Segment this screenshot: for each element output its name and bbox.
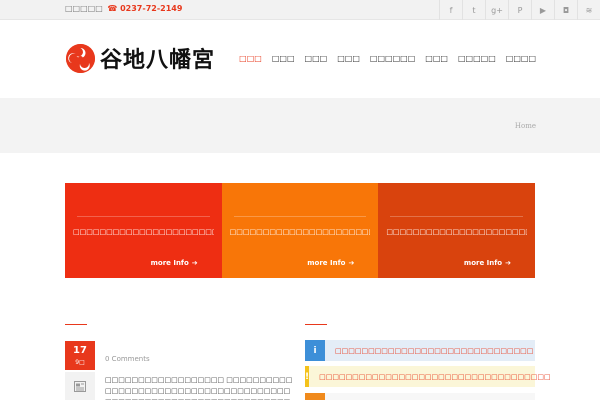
phone-text: 0237-72-2149: [120, 4, 183, 13]
divider: [77, 216, 210, 217]
logo-text: 谷地八幡宮: [100, 47, 216, 73]
arrow-right-icon: ➔: [505, 259, 511, 267]
tomoe-crest-icon: [66, 43, 95, 73]
post-excerpt: □□□□□□□□□□□□□□□□□□ □□□□□□□□□□□□□□□□□□□□□…: [105, 376, 293, 400]
contact-info: □□□□□ ☎ 0237-72-2149: [65, 4, 182, 13]
warning-icon: !: [305, 366, 310, 387]
nav-item-home[interactable]: □□□: [239, 54, 262, 63]
page-title-band: Home: [0, 98, 600, 153]
main-nav: □□□ □□□ □□□ □□□ □□□□□□ □□□ □□□□□ □□□□: [239, 54, 536, 63]
info-icon: i: [305, 340, 325, 361]
nav-item-6[interactable]: □□□: [425, 54, 448, 63]
post-day: 17: [73, 345, 87, 356]
feature-text: □□□□□□□□□□□□□□□□□□□□□□□□□□□□□□□□□: [386, 228, 527, 236]
contact-label: □□□□□: [65, 4, 103, 13]
third-alert[interactable]: [305, 393, 535, 400]
post-month: 9□: [75, 359, 85, 366]
feature-boxes: □□□□□□□□□□□□□□□□□□□□□□□□□□□□□□□□ more In…: [65, 183, 535, 278]
pinterest-icon[interactable]: P: [508, 0, 531, 20]
instagram-icon[interactable]: ◘: [554, 0, 577, 20]
warning-alert[interactable]: ! □□□□□□□□□□□□□□□□□□□□□□□□□□□□□□□□□□□: [305, 366, 551, 387]
feature-text: □□□□□□□□□□□□□□□□□□□□□□□□□□□□□□□□: [73, 228, 214, 236]
phone-number[interactable]: ☎ 0237-72-2149: [107, 4, 182, 13]
twitter-icon[interactable]: t: [462, 0, 485, 20]
feature-box: □□□□□□□□□□□□□□□□□□□□□□□□□□□□□□□□ more In…: [65, 183, 222, 278]
youtube-icon[interactable]: ▶: [531, 0, 554, 20]
alert-text: □□□□□□□□□□□□□□□□□□□□□□□□□□□□□□: [335, 346, 534, 355]
phone-icon: ☎: [107, 4, 118, 13]
social-links: f t g+ P ▶ ◘ ≋: [439, 0, 600, 20]
divider: [390, 216, 523, 217]
feature-text: □□□□□□□□□□□□□□□□□□□□□□□□□□□□□□□□: [229, 228, 371, 236]
rss-icon[interactable]: ≋: [577, 0, 600, 20]
more-info-link[interactable]: more Info ➔: [464, 259, 511, 267]
more-info-link[interactable]: more Info ➔: [151, 259, 198, 267]
top-bar: □□□□□ ☎ 0237-72-2149 f t g+ P ▶ ◘ ≋: [0, 0, 600, 20]
site-header: 谷地八幡宮 □□□ □□□ □□□ □□□ □□□□□□ □□□ □□□□□ □…: [0, 20, 600, 98]
breadcrumb-home[interactable]: Home: [515, 122, 536, 130]
nav-item-4[interactable]: □□□: [337, 54, 360, 63]
feature-box: □□□□□□□□□□□□□□□□□□□□□□□□□□□□□□□□□ more I…: [378, 183, 535, 278]
nav-item-3[interactable]: □□□: [305, 54, 328, 63]
arrow-right-icon: ➔: [191, 259, 198, 267]
info-alert[interactable]: i □□□□□□□□□□□□□□□□□□□□□□□□□□□□□□: [305, 340, 535, 361]
feature-box: □□□□□□□□□□□□□□□□□□□□□□□□□□□□□□□□ more In…: [221, 183, 379, 278]
facebook-icon[interactable]: f: [439, 0, 462, 20]
section-accent-line: [65, 324, 87, 325]
post-date: 17 9□: [65, 341, 95, 370]
site-logo[interactable]: 谷地八幡宮: [66, 42, 215, 74]
divider: [233, 216, 367, 217]
section-accent-line: [305, 324, 327, 325]
arrow-right-icon: ➔: [348, 259, 355, 267]
more-info-label: more Info: [463, 259, 503, 267]
nav-item-5[interactable]: □□□□□□: [370, 54, 415, 63]
nav-item-2[interactable]: □□□: [272, 54, 295, 63]
post-format-icon: [65, 372, 95, 400]
more-info-label: more Info: [150, 259, 189, 267]
nav-item-7[interactable]: □□□□□: [458, 54, 496, 63]
nav-item-8[interactable]: □□□□: [506, 54, 536, 63]
post-comments-count[interactable]: 0 Comments: [105, 355, 150, 363]
more-info-link[interactable]: more Info ➔: [307, 259, 354, 267]
alert-icon: [305, 393, 325, 400]
more-info-label: more Info: [307, 259, 346, 267]
google-plus-icon[interactable]: g+: [485, 0, 508, 20]
alert-text: □□□□□□□□□□□□□□□□□□□□□□□□□□□□□□□□□□□: [319, 372, 551, 381]
